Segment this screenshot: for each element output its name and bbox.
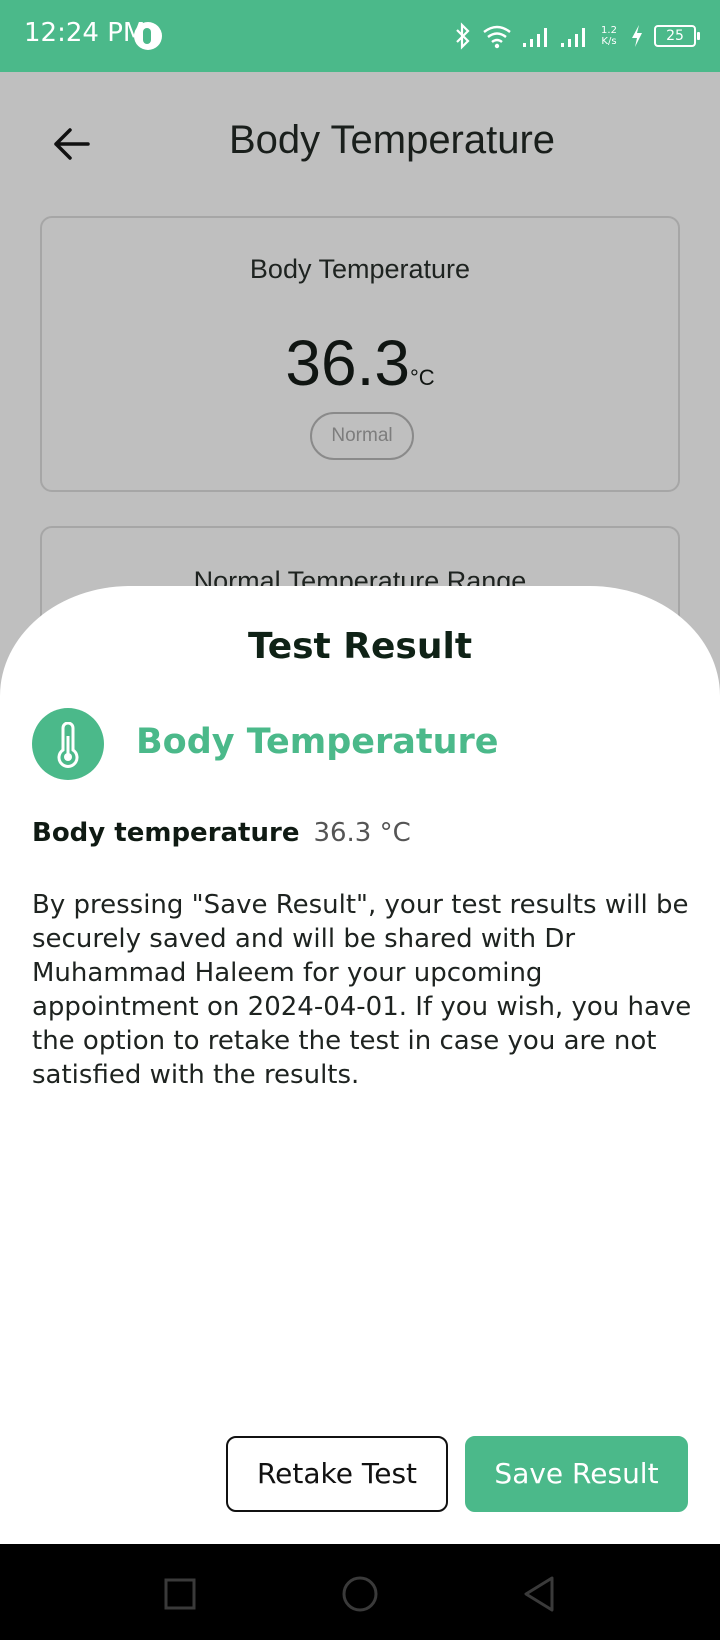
result-row: Body temperature 36.3 °C xyxy=(32,818,411,848)
reading-card-label: Body Temperature xyxy=(249,254,471,284)
status-bar: 12:24 PM 1.2 K/s 25 xyxy=(0,0,720,72)
test-result-sheet: Test Result Body Temperature Body temper… xyxy=(0,586,720,1544)
save-result-button[interactable]: Save Result xyxy=(465,1436,688,1512)
sheet-title: Test Result xyxy=(247,626,473,667)
thermometer-icon-badge xyxy=(32,708,104,780)
status-icons: 1.2 K/s 25 xyxy=(454,18,700,54)
battery-icon: 25 xyxy=(654,25,700,47)
app-icon xyxy=(134,22,162,50)
result-value: 36.3 °C xyxy=(313,818,411,848)
net-speed-unit: K/s xyxy=(601,36,617,47)
charging-icon xyxy=(632,25,642,47)
wifi-icon xyxy=(483,25,511,49)
net-speed-value: 1.2 xyxy=(601,25,617,36)
back-icon[interactable] xyxy=(518,1572,562,1616)
retake-test-button[interactable]: Retake Test xyxy=(226,1436,448,1512)
bluetooth-icon xyxy=(456,22,470,50)
status-badge: Normal xyxy=(310,412,414,460)
result-label: Body temperature xyxy=(32,818,300,848)
home-icon[interactable] xyxy=(338,1572,382,1616)
thermometer-icon xyxy=(57,722,79,768)
signal-icon xyxy=(561,28,585,47)
signal-icon xyxy=(523,28,547,47)
disclaimer-text: By pressing "Save Result", your test res… xyxy=(32,890,692,1090)
test-name: Body Temperature xyxy=(136,722,499,762)
reading-value: 36.3 xyxy=(285,327,410,399)
navigation-bar xyxy=(0,1544,720,1640)
page-title: Body Temperature xyxy=(228,118,556,162)
status-time: 12:24 PM xyxy=(24,18,146,48)
net-speed: 1.2 K/s xyxy=(598,25,620,47)
reading-card: Body Temperature 36.3°C Normal xyxy=(40,216,680,492)
reading-unit: °C xyxy=(409,365,435,390)
reading: 36.3°C xyxy=(42,326,678,400)
recent-apps-icon[interactable] xyxy=(158,1572,202,1616)
